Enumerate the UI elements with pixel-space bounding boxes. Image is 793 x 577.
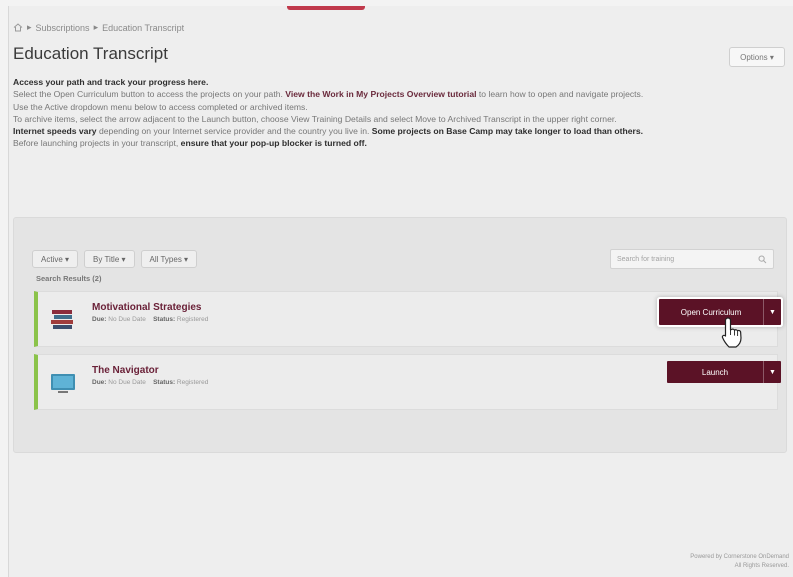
type-filter-dropdown[interactable]: All Types ▾ [140,250,198,268]
footer-powered-by: Powered by Cornerstone OnDemand [690,554,789,560]
breadcrumb-separator-icon: ▸ [27,22,32,32]
item-meta: Due: No Due Date Status: Registered [92,379,208,386]
caret-down-icon[interactable]: ▼ [763,361,781,383]
footer-rights: All Rights Reserved. [734,563,789,569]
breadcrumb-item-subscriptions[interactable]: Subscriptions [36,23,90,33]
footer: Powered by Cornerstone OnDemand All Righ… [690,553,789,571]
item-title[interactable]: Motivational Strategies [92,302,201,313]
search-icon[interactable] [758,255,767,264]
intro-line2: Use the Active dropdown menu below to ac… [13,101,308,112]
intro-line4-bold2: Some projects on Base Camp may take long… [371,126,644,137]
item-meta: Due: No Due Date Status: Registered [92,316,208,323]
options-button[interactable]: Options ▾ [729,47,785,67]
caret-down-icon[interactable]: ▼ [763,299,781,325]
page-title: Education Transcript [13,44,168,63]
app-frame: ▸ Subscriptions ▸ Education Transcript E… [8,6,793,577]
intro-line5-bold: ensure that your pop-up blocker is turne… [180,138,367,149]
intro-line1: Select the Open Curriculum button to acc… [13,89,283,100]
list-item: The Navigator Due: No Due Date Status: R… [34,354,781,410]
search-placeholder: Search for training [617,255,675,263]
intro-line5: Before launching projects in your transc… [13,138,179,149]
intro-text: Access your path and track your progress… [13,76,778,150]
intro-line4: depending on your Internet service provi… [98,126,370,137]
status-value: Registered [176,379,209,386]
status-value: Registered [176,316,209,323]
intro-line1-tail: to learn how to open and navigate projec… [478,89,644,100]
status-label: Status: [153,379,176,386]
breadcrumb-separator-icon: ▸ [93,22,99,32]
filter-bar: Active ▾ By Title ▾ All Types ▾ [32,250,198,268]
status-filter-dropdown[interactable]: Active ▾ [32,250,79,268]
due-value: No Due Date [108,316,146,323]
button-label[interactable]: Open Curriculum [659,308,763,317]
breadcrumb: ▸ Subscriptions ▸ Education Transcript [13,22,184,33]
launch-button[interactable]: Launch ▼ [667,361,781,383]
course-thumbnail-icon [51,374,75,393]
intro-line4-bold: Internet speeds vary [13,126,97,137]
hand-pointer-cursor-icon [721,317,742,348]
search-input[interactable]: Search for training [610,249,774,269]
home-icon[interactable] [13,23,23,32]
breadcrumb-item-current: Education Transcript [102,22,185,33]
button-label[interactable]: Launch [667,368,763,377]
due-value: No Due Date [108,379,146,386]
due-label: Due: [92,316,107,323]
results-count: Search Results (2) [36,274,102,283]
tutorial-link[interactable]: View the Work in My Projects Overview tu… [285,89,476,99]
status-label: Status: [153,316,176,323]
curriculum-thumbnail-icon [51,310,73,329]
intro-heading: Access your path and track your progress… [13,77,209,87]
due-label: Due: [92,379,107,386]
item-title[interactable]: The Navigator [92,365,159,376]
intro-line3: To archive items, select the arrow adjac… [13,113,617,124]
transcript-panel: Active ▾ By Title ▾ All Types ▾ Search f… [13,217,787,453]
list-item: Motivational Strategies Due: No Due Date… [34,291,781,347]
top-nav-accent [287,6,365,10]
sort-dropdown[interactable]: By Title ▾ [84,250,135,268]
